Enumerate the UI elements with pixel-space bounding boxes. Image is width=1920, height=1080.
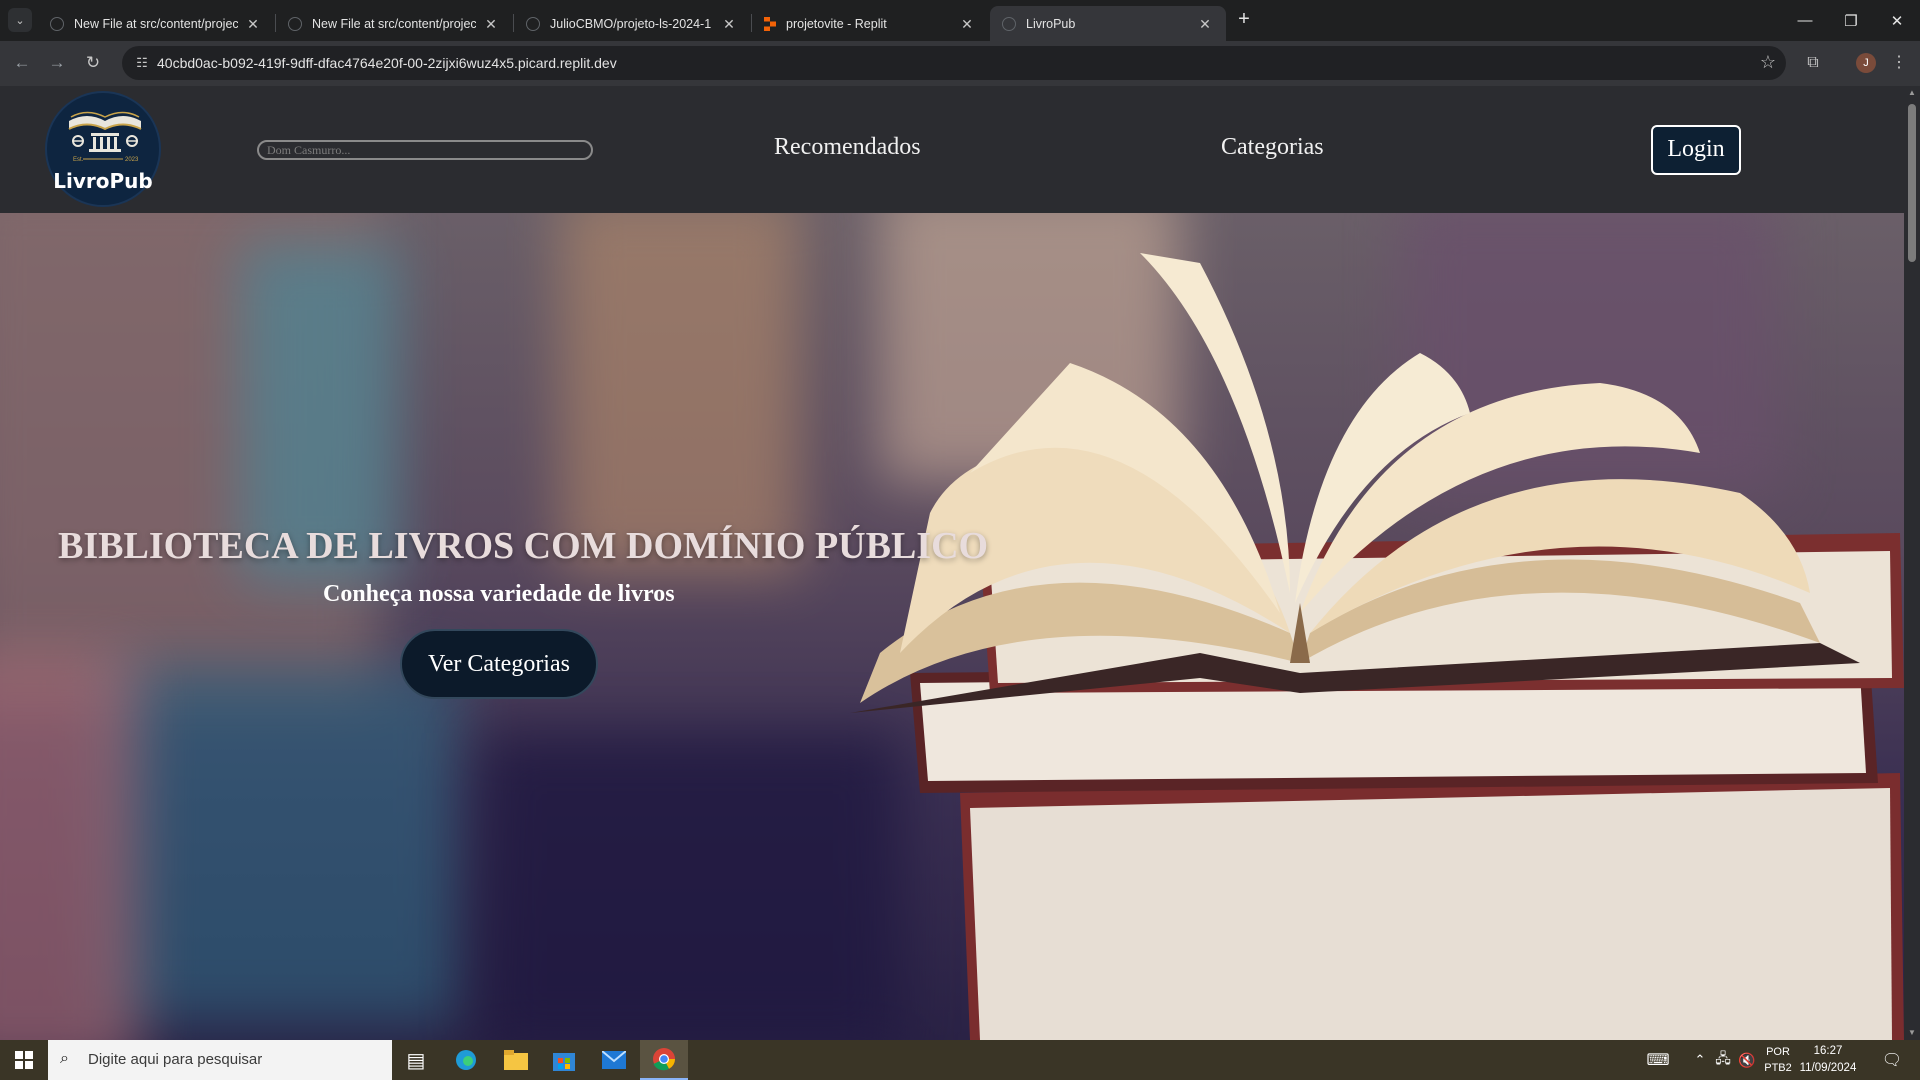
browser-tab[interactable]: JulioCBMO/projeto-ls-2024-1 ✕ [514, 6, 750, 41]
browser-tab-active[interactable]: LivroPub ✕ [990, 6, 1226, 41]
keyboard-icon[interactable]: ⌨ [1640, 1040, 1676, 1080]
browser-tab[interactable]: projetovite - Replit ✕ [752, 6, 988, 41]
close-icon[interactable]: ✕ [482, 15, 500, 33]
clock-date: 11/09/2024 [1799, 1062, 1857, 1074]
reload-button[interactable]: ↻ [81, 51, 105, 75]
browser-tab[interactable]: New File at src/content/projects ✕ [38, 6, 274, 41]
logo-year-text: 2023 [125, 157, 139, 163]
browser-tab-strip: ⌄ New File at src/content/projects ✕ New… [0, 0, 1920, 41]
login-button[interactable]: Login [1651, 125, 1741, 175]
more-menu-icon[interactable]: ⋮ [1887, 51, 1911, 75]
volume-muted-icon[interactable]: 🔇 [1736, 1040, 1758, 1080]
hero-title: BIBLIOTECA DE LIVROS COM DOMÍNIO PÚBLICO [58, 525, 989, 567]
taskbar-clock[interactable]: 16:27 11/09/2024 [1788, 1043, 1868, 1077]
bookmark-star-icon[interactable]: ☆ [1760, 52, 1776, 73]
extensions-icon[interactable]: ⧉ [1801, 51, 1825, 75]
network-icon[interactable]: 🖧 [1712, 1040, 1734, 1080]
close-icon[interactable]: ✕ [244, 15, 262, 33]
forward-button[interactable]: → [45, 51, 69, 75]
hero-bg-shape [0, 653, 140, 1040]
hero-section: BIBLIOTECA DE LIVROS COM DOMÍNIO PÚBLICO… [0, 213, 1904, 1040]
tab-title: New File at src/content/projects [74, 16, 238, 31]
scroll-down-arrow-icon[interactable]: ▼ [1904, 1026, 1920, 1040]
ver-categorias-button[interactable]: Ver Categorias [400, 629, 598, 699]
tab-title: LivroPub [1026, 16, 1076, 31]
nav-link-categorias[interactable]: Categorias [1221, 134, 1324, 161]
site-info-icon[interactable]: ☷ [134, 55, 150, 71]
book-stack-illustration [850, 253, 1904, 1040]
chevron-up-icon[interactable]: ⌃ [1690, 1040, 1710, 1080]
browser-toolbar: ← → ↻ ☷ 40cbd0ac-b092-419f-9dff-dfac4764… [0, 41, 1920, 86]
minimize-button[interactable]: — [1782, 0, 1828, 41]
logo-est-text: Est. [73, 157, 84, 163]
chrome-icon[interactable] [640, 1040, 688, 1080]
taskbar-search-placeholder: Digite aqui para pesquisar [88, 1051, 263, 1068]
tab-title: JulioCBMO/projeto-ls-2024-1 [550, 16, 712, 31]
scroll-up-arrow-icon[interactable]: ▲ [1904, 86, 1920, 100]
clock-time: 16:27 [1813, 1045, 1843, 1057]
tab-search-button[interactable]: ⌄ [8, 8, 32, 32]
search-icon: ⌕ [60, 1050, 69, 1067]
open-book-logo-icon: Est. 2023 [68, 111, 142, 163]
windows-start-button[interactable] [0, 1040, 48, 1080]
hero-bg-shape [100, 663, 460, 1023]
task-view-icon[interactable]: ▤ [392, 1040, 440, 1080]
hero-bg-shape [560, 213, 800, 573]
replit-icon [764, 16, 776, 31]
url-text: 40cbd0ac-b092-419f-9dff-dfac4764e20f-00-… [157, 55, 617, 71]
windows-logo-icon [15, 1051, 33, 1069]
microsoft-store-icon[interactable] [540, 1040, 588, 1080]
webpage: Est. 2023 LivroPub Recomendados Categori… [0, 86, 1904, 1040]
windows-taskbar: ⌕ Digite aqui para pesquisar ▤ ⌨ ⌃ 🖧 🔇 P… [0, 1040, 1920, 1080]
search-input[interactable] [257, 140, 593, 160]
back-button[interactable]: ← [10, 51, 34, 75]
globe-icon [1002, 16, 1016, 31]
address-bar[interactable]: ☷ 40cbd0ac-b092-419f-9dff-dfac4764e20f-0… [122, 46, 1786, 80]
github-icon [288, 16, 302, 31]
taskbar-search-box[interactable]: ⌕ Digite aqui para pesquisar [48, 1040, 392, 1080]
hero-subtitle: Conheça nossa variedade de livros [323, 581, 675, 607]
livropub-logo[interactable]: Est. 2023 LivroPub [45, 91, 161, 207]
profile-avatar[interactable]: J [1856, 53, 1876, 73]
github-icon [526, 16, 540, 31]
browser-tab[interactable]: New File at src/content/projects ✕ [276, 6, 512, 41]
new-tab-button[interactable]: + [1232, 8, 1256, 32]
nav-link-recomendados[interactable]: Recomendados [774, 134, 921, 161]
file-explorer-icon[interactable] [492, 1040, 540, 1080]
close-icon[interactable]: ✕ [1196, 15, 1214, 33]
site-header: Est. 2023 LivroPub Recomendados Categori… [0, 86, 1904, 213]
github-icon [50, 16, 64, 31]
logo-text: LivroPub [53, 169, 153, 193]
page-scrollbar[interactable]: ▲ ▼ [1904, 86, 1920, 1040]
notifications-icon[interactable]: 🗨 [1872, 1040, 1912, 1080]
tab-title: projetovite - Replit [786, 16, 887, 31]
language-text: POR [1766, 1046, 1790, 1058]
close-icon[interactable]: ✕ [720, 15, 738, 33]
restore-button[interactable]: ❐ [1828, 0, 1874, 41]
mail-icon[interactable] [590, 1040, 638, 1080]
edge-browser-icon[interactable] [442, 1040, 490, 1080]
close-window-button[interactable]: ✕ [1874, 0, 1920, 41]
scrollbar-thumb[interactable] [1908, 104, 1916, 262]
tab-title: New File at src/content/projects [312, 16, 476, 31]
close-icon[interactable]: ✕ [958, 15, 976, 33]
